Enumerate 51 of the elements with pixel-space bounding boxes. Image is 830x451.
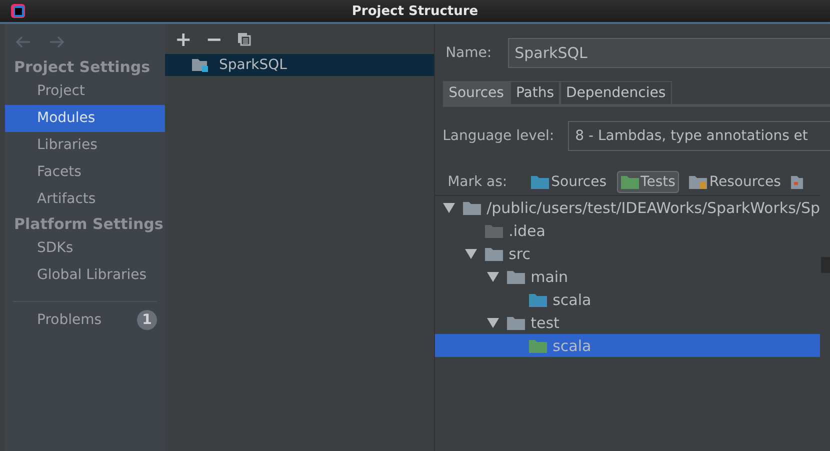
sidebar-item[interactable]: SDKs bbox=[5, 235, 165, 262]
sidebar-item[interactable]: Modules bbox=[5, 105, 165, 132]
language-level-dropdown[interactable]: 8 - Lambdas, type annotations et bbox=[568, 121, 830, 151]
sidebar-item[interactable]: Project bbox=[5, 78, 165, 105]
folder-icon bbox=[528, 338, 547, 352]
toolbar-button[interactable]: + bbox=[175, 30, 192, 48]
sidebar-item[interactable]: Artifacts bbox=[5, 186, 165, 213]
expand-arrow-icon[interactable] bbox=[486, 318, 499, 328]
folder-icon bbox=[462, 200, 481, 214]
sidebar-item[interactable]: Facets bbox=[5, 159, 165, 186]
tab[interactable]: Dependencies bbox=[560, 81, 672, 104]
folder-icon bbox=[506, 316, 525, 330]
sidebar-item[interactable]: Libraries bbox=[5, 132, 165, 159]
tab[interactable]: Paths bbox=[510, 81, 560, 104]
toolbar-button[interactable]: − bbox=[206, 30, 223, 48]
folder-icon bbox=[484, 246, 503, 260]
sidebar-item[interactable]: Global Libraries bbox=[5, 262, 165, 289]
module-folder-icon bbox=[191, 57, 209, 73]
section-header: Project Settings bbox=[13, 57, 152, 78]
folder-icon[interactable] bbox=[790, 175, 803, 189]
expand-arrow-icon[interactable] bbox=[486, 272, 499, 282]
folder-icon bbox=[484, 224, 503, 238]
mark-as-label: Mark as: bbox=[448, 174, 508, 190]
name-label: Name: bbox=[446, 45, 492, 61]
expand-arrow-icon[interactable] bbox=[442, 202, 455, 212]
tree-item[interactable]: /public/users/test/IDEAWorks/SparkWorks/Sp bbox=[434, 196, 820, 219]
count-badge: 1 bbox=[137, 310, 157, 330]
language-level-label: Language level: bbox=[442, 128, 554, 144]
folder-icon bbox=[689, 175, 708, 189]
tree-item[interactable]: test bbox=[434, 311, 820, 334]
mark-button[interactable]: Tests bbox=[616, 171, 680, 193]
mark-button[interactable]: Resources bbox=[685, 171, 785, 193]
sidebar-item[interactable]: Problems bbox=[37, 312, 102, 328]
tree-item[interactable]: main bbox=[434, 265, 820, 288]
app-logo-icon bbox=[10, 3, 26, 19]
copy-icon[interactable] bbox=[236, 32, 251, 46]
folder-icon bbox=[506, 270, 525, 284]
tree-item[interactable]: scala bbox=[434, 288, 820, 311]
tree-item[interactable]: .idea bbox=[434, 219, 820, 242]
expand-arrow-icon[interactable] bbox=[464, 248, 477, 258]
folder-icon bbox=[531, 175, 550, 189]
mark-button[interactable]: Sources bbox=[527, 171, 611, 193]
module-item[interactable]: SparkSQL bbox=[165, 54, 434, 76]
section-header: Platform Settings bbox=[13, 214, 164, 235]
folder-icon bbox=[528, 292, 547, 306]
tab[interactable]: Sources bbox=[442, 81, 510, 104]
tree-item[interactable]: scala bbox=[434, 334, 820, 357]
window-title: Project Structure bbox=[350, 4, 480, 18]
name-field[interactable]: SparkSQL bbox=[508, 38, 830, 68]
tree-item[interactable]: src bbox=[434, 242, 820, 265]
folder-icon bbox=[620, 175, 639, 189]
